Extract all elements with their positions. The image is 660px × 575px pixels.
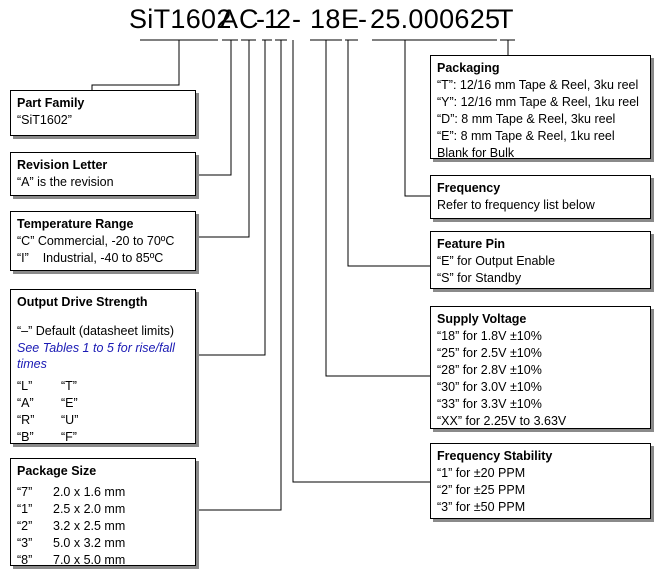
part-family-line: “SiT1602”: [17, 113, 72, 127]
feature-pin-box: Feature Pin “E” for Output Enable “S” fo…: [430, 231, 651, 289]
line-voltage: [325, 40, 430, 377]
supply-voltage-line: “18” for 1.8V ±10%: [437, 329, 542, 343]
packaging-box: Packaging “T”: 12/16 mm Tape & Reel, 3ku…: [430, 55, 651, 160]
drive-code: “U”: [61, 413, 79, 427]
temperature-range-box: Temperature Range “C” Commercial, -20 to…: [10, 211, 196, 271]
line-frequency: [404, 40, 430, 197]
pn-family: SiT1602: [129, 4, 232, 34]
supply-voltage-box: Supply Voltage “18” for 1.8V ±10% “25” f…: [430, 306, 651, 429]
packaging-line: “T”: 12/16 mm Tape & Reel, 3ku reel: [437, 78, 639, 92]
temperature-range-title: Temperature Range: [17, 217, 134, 231]
package-size-title: Package Size: [17, 464, 97, 478]
frequency-line: Refer to frequency list below: [437, 198, 595, 212]
ordering-code-diagram: SiT1602 A C - 1 2 - 18 E - 25.000625 T P…: [0, 0, 660, 575]
package-size-row: “7” 2.0 x 1.6 mm: [17, 485, 126, 499]
pn-revision: A: [220, 4, 239, 34]
supply-voltage-title: Supply Voltage: [437, 312, 527, 326]
package-size-box: Package Size “7” 2.0 x 1.6 mm “1” 2.5 x 2.…: [10, 458, 196, 567]
packaging-line: Blank for Bulk: [437, 146, 515, 160]
pn-voltage: 18: [310, 4, 341, 34]
part-family-title: Part Family: [17, 96, 85, 110]
revision-letter-title: Revision Letter: [17, 158, 108, 172]
pn-frequency: 25.000625: [370, 4, 501, 34]
revision-letter-box: Revision Letter “A” is the revision: [10, 152, 196, 196]
feature-pin-line: “S” for Standby: [437, 271, 522, 285]
packaging-title: Packaging: [437, 61, 500, 75]
package-size-row: “3” 5.0 x 3.2 mm: [17, 536, 126, 550]
pn-dash3: -: [358, 4, 368, 34]
package-size-row: “2” 3.2 x 2.5 mm: [17, 519, 126, 533]
output-drive-title: Output Drive Strength: [17, 295, 148, 309]
frequency-title: Frequency: [437, 181, 501, 195]
line-part-family: [91, 40, 180, 90]
feature-pin-title: Feature Pin: [437, 237, 506, 251]
frequency-stability-line: “1” for ±20 PPM: [437, 466, 526, 480]
supply-voltage-line: “28” for 2.8V ±10%: [437, 363, 542, 377]
supply-voltage-line: “25” for 2.5V ±10%: [437, 346, 542, 360]
packaging-line: “Y”: 12/16 mm Tape & Reel, 1ku reel: [437, 95, 639, 109]
feature-pin-line: “E” for Output Enable: [437, 254, 556, 268]
line-package: [197, 40, 282, 511]
supply-voltage-line: “XX” for 2.25V to 3.63V: [437, 414, 567, 428]
pn-feature: E: [341, 4, 360, 34]
drive-code: “L”: [17, 379, 33, 393]
pn-package: 2: [276, 4, 292, 34]
package-size-row: “8” 7.0 x 5.0 mm: [17, 553, 126, 567]
drive-code: “F”: [61, 430, 77, 444]
line-temperature: [197, 40, 250, 238]
frequency-stability-title: Frequency Stability: [437, 449, 553, 463]
drive-code: “E”: [61, 396, 78, 410]
drive-code: “A”: [17, 396, 34, 410]
frequency-box: Frequency Refer to frequency list below: [430, 175, 651, 219]
temperature-range-line-2: “I” Industrial, -40 to 85ºC: [17, 251, 164, 265]
packaging-line: “D”: 8 mm Tape & Reel, 3ku reel: [437, 112, 616, 126]
drive-code: “B”: [17, 430, 34, 444]
package-size-row: “1” 2.5 x 2.0 mm: [17, 502, 126, 516]
frequency-stability-box: Frequency Stability “1” for ±20 PPM “2” …: [430, 443, 651, 519]
output-drive-codes: “L” “T” “A” “E” “R” “U” “B” “F”: [17, 378, 189, 446]
line-feature: [347, 40, 430, 267]
supply-voltage-line: “30” for 3.0V ±10%: [437, 380, 542, 394]
frequency-stability-line: “3” for ±50 PPM: [437, 500, 526, 514]
temperature-range-line-1: “C” Commercial, -20 to 70ºC: [17, 234, 175, 248]
drive-code: “R”: [17, 413, 35, 427]
output-drive-default: “–” Default (datasheet limits): [17, 324, 175, 338]
packaging-line: “E”: 8 mm Tape & Reel, 1ku reel: [437, 129, 615, 143]
output-drive-note: See Tables 1 to 5 for rise/fall times: [17, 341, 175, 371]
pn-dash2: -: [292, 4, 302, 34]
drive-code: “T”: [61, 379, 77, 393]
part-number: SiT1602 A C - 1 2 - 18 E - 25.000625 T: [0, 0, 660, 40]
frequency-stability-line: “2” for ±25 PPM: [437, 483, 526, 497]
supply-voltage-line: “33” for 3.3V ±10%: [437, 397, 542, 411]
revision-letter-line: “A” is the revision: [17, 175, 114, 189]
line-revision: [197, 40, 232, 176]
output-drive-box: Output Drive Strength “–” Default (datas…: [10, 289, 196, 444]
pn-packaging: T: [497, 4, 514, 34]
part-family-box: Part Family “SiT1602”: [10, 90, 196, 136]
line-stability: [292, 40, 430, 483]
